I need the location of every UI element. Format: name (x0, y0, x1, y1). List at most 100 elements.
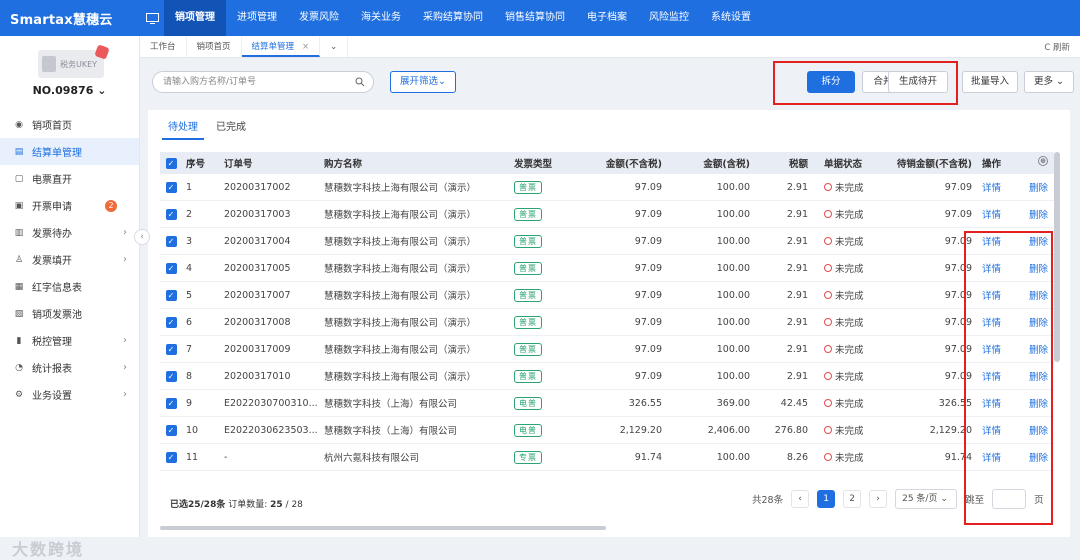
invoice-type-tag: 普票 (514, 180, 542, 194)
sidebar-item-todo[interactable]: ▥ 发票待办 › (0, 219, 139, 246)
prev-page-button[interactable]: ‹ (791, 490, 810, 508)
nav-item-risk-monitor[interactable]: 风险监控 (638, 0, 700, 36)
table-row[interactable]: ✓ 6 20200317008 慧穗数字科技上海有限公司（演示） 普票 97.09 100.… (160, 309, 1054, 336)
refresh-button[interactable]: C 刷新 (1044, 41, 1070, 53)
sidebar: 税务UKEY NO.09876 ⌄ ◉ 销项首页 ▤ 结算单管理 ▢ 电票直开 ▣ 开票… (0, 36, 140, 559)
tax-amount: 2.91 (786, 181, 808, 193)
row-checkbox[interactable]: ✓ (165, 208, 177, 220)
row-checkbox[interactable]: ✓ (165, 451, 177, 463)
row-checkbox[interactable]: ✓ (165, 289, 177, 301)
jump-label: 跳至 (965, 495, 985, 506)
row-checkbox[interactable]: ✓ (165, 181, 177, 193)
nav-item-customs[interactable]: 海关业务 (350, 0, 412, 36)
amount-incl-tax: 369.00 (716, 397, 750, 409)
tab-sales-home[interactable]: 销项首页 (187, 37, 242, 57)
sidebar-item-settlement[interactable]: ▤ 结算单管理 (0, 138, 139, 165)
amount-excl-tax: 97.09 (634, 208, 662, 220)
tab-workbench[interactable]: 工作台 (140, 37, 187, 57)
search-input[interactable]: 请输入购方名称/订单号 (152, 71, 374, 93)
table-row[interactable]: ✓ 3 20200317004 慧穗数字科技上海有限公司（演示） 普票 97.09 100.… (160, 228, 1054, 255)
jump-page-input[interactable] (992, 489, 1027, 509)
row-checkbox[interactable]: ✓ (165, 424, 177, 436)
status-circle-icon (824, 291, 832, 299)
row-checkbox[interactable]: ✓ (165, 370, 177, 382)
tax-amount: 2.91 (786, 370, 808, 382)
sidebar-item-tax-control[interactable]: ▮ 税控管理 › (0, 327, 139, 354)
delete-link[interactable]: 删除 (1029, 180, 1048, 194)
sidebar-item-reports[interactable]: ◔ 统计报表 › (0, 354, 139, 381)
sidebar-item-apply[interactable]: ▣ 开票申请 2 (0, 192, 139, 219)
search-icon[interactable] (355, 77, 365, 87)
main-content: 请输入购方名称/订单号 展开筛选⌄ 拆分 合并 生成待开 批量导入 更多 ⌄ 待… (148, 58, 1080, 537)
page-size-select[interactable]: 25 条/页 ⌄ (895, 489, 958, 509)
sidebar-item-pool[interactable]: ▧ 销项发票池 (0, 300, 139, 327)
next-page-button[interactable]: › (869, 490, 888, 508)
table-row[interactable]: ✓ 5 20200317007 慧穗数字科技上海有限公司（演示） 普票 97.09 100.… (160, 282, 1054, 309)
sidebar-item-fill[interactable]: ♙ 发票填开 › (0, 246, 139, 273)
tab-dropdown-icon[interactable]: ⌄ (320, 37, 349, 57)
tab-settlement[interactable]: 结算单管理 × (241, 37, 321, 57)
row-checkbox[interactable]: ✓ (165, 316, 177, 328)
pending-amount: 97.09 (944, 316, 972, 328)
amount-incl-tax: 100.00 (716, 343, 750, 355)
table-row[interactable]: ✓ 2 20200317003 慧穗数字科技上海有限公司（演示） 普票 97.09 100.… (160, 201, 1054, 228)
row-checkbox[interactable]: ✓ (165, 262, 177, 274)
generate-button[interactable]: 生成待开 (888, 71, 948, 93)
table-row[interactable]: ✓ 4 20200317005 慧穗数字科技上海有限公司（演示） 普票 97.09 100.… (160, 255, 1054, 282)
delete-link[interactable]: 删除 (1029, 207, 1048, 221)
select-all-checkbox[interactable]: ✓ (165, 157, 177, 169)
sidebar-item-sales-home[interactable]: ◉ 销项首页 (0, 111, 139, 138)
chevron-right-icon: › (123, 389, 127, 400)
order-number: 20200317005 (224, 262, 291, 274)
buyer-name: 慧穗数字科技上海有限公司（演示） (324, 318, 477, 329)
nav-item-invoice-risk[interactable]: 发票风险 (288, 0, 350, 36)
nav-item-system-settings[interactable]: 系统设置 (700, 0, 762, 36)
sidebar-item-business-settings[interactable]: ⚙ 业务设置 › (0, 381, 139, 408)
column-settings-icon[interactable]: ⊕ (1038, 156, 1048, 166)
table-row[interactable]: ✓ 7 20200317009 慧穗数字科技上海有限公司（演示） 普票 97.09 100.… (160, 336, 1054, 363)
page-button[interactable]: 1 (817, 490, 836, 508)
chevron-down-icon: ⌄ (1053, 76, 1064, 87)
col-header: 操作 (982, 159, 1002, 170)
nav-item-sales[interactable]: 销项管理 (164, 0, 226, 36)
more-button[interactable]: 更多 ⌄ (1024, 71, 1074, 93)
table-row[interactable]: ✓ 10 E2022030623503... 慧穗数字科技（上海）有限公司 电普 2,12… (160, 417, 1054, 444)
sidebar-item-red-letter[interactable]: ▦ 红字信息表 (0, 273, 139, 300)
table-row[interactable]: ✓ 8 20200317010 慧穗数字科技上海有限公司（演示） 普票 97.09 100.… (160, 363, 1054, 390)
monitor-icon[interactable] (140, 0, 164, 36)
detail-link[interactable]: 详情 (982, 180, 1001, 194)
status-circle-icon (824, 345, 832, 353)
invoice-type-tag: 普票 (514, 207, 542, 221)
order-number: E2022030700310... (224, 397, 318, 409)
page-button[interactable]: 2 (843, 490, 862, 508)
tab-completed[interactable]: 已完成 (210, 118, 252, 140)
tab-pending[interactable]: 待处理 (162, 118, 204, 140)
row-checkbox[interactable]: ✓ (165, 397, 177, 409)
status-circle-icon (824, 183, 832, 191)
collapse-sidebar-button[interactable]: ‹ (134, 229, 150, 245)
chevron-down-icon: ⌄ (937, 494, 948, 504)
expand-filter-button[interactable]: 展开筛选⌄ (390, 71, 456, 93)
nav-item-e-archive[interactable]: 电子档案 (576, 0, 638, 36)
table-row[interactable]: ✓ 11- 杭州六氪科技有限公司 专票 91.74 100.00 8.26 未完成 91.74 详… (160, 444, 1054, 471)
split-button[interactable]: 拆分 (807, 71, 855, 93)
vertical-scrollbar[interactable] (1054, 152, 1060, 362)
org-selector[interactable]: NO.09876 ⌄ (0, 84, 139, 97)
row-checkbox[interactable]: ✓ (165, 343, 177, 355)
close-icon[interactable]: × (302, 42, 309, 52)
detail-link[interactable]: 详情 (982, 207, 1001, 221)
main-nav: 销项管理 进项管理 发票风险 海关业务 采购结算协同 销售结算协同 电子档案 风… (164, 0, 762, 36)
row-number: 7 (186, 343, 193, 355)
nav-item-sales-settlement[interactable]: 销售结算协同 (494, 0, 576, 36)
tax-amount: 42.45 (780, 397, 808, 409)
amount-excl-tax: 2,129.20 (619, 424, 662, 436)
bulk-import-button[interactable]: 批量导入 (962, 71, 1018, 93)
ukey-badge[interactable]: 税务UKEY (38, 44, 110, 78)
table-row[interactable]: ✓ 9 E2022030700310... 慧穗数字科技（上海）有限公司 电普 326.5… (160, 390, 1054, 417)
table-row[interactable]: ✓ 1 20200317002 慧穗数字科技上海有限公司（演示） 普票 97.09 100.… (160, 174, 1054, 201)
col-header: 待销金额(不含税) (896, 159, 972, 170)
sidebar-item-e-invoice[interactable]: ▢ 电票直开 (0, 165, 139, 192)
nav-item-purchase[interactable]: 进项管理 (226, 0, 288, 36)
nav-item-purchase-settlement[interactable]: 采购结算协同 (412, 0, 494, 36)
row-checkbox[interactable]: ✓ (165, 235, 177, 247)
